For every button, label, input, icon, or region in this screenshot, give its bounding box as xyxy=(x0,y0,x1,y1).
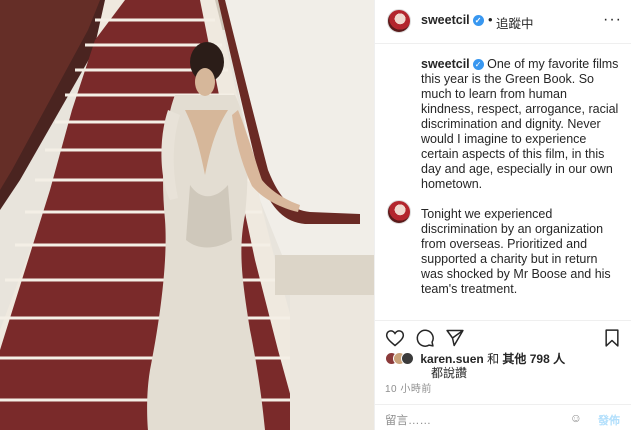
caption-avatar[interactable] xyxy=(387,200,411,224)
share-icon[interactable] xyxy=(445,328,465,348)
caption-username[interactable]: sweetcil xyxy=(421,57,470,71)
bookmark-icon[interactable] xyxy=(602,328,622,348)
heart-icon[interactable] xyxy=(385,328,405,348)
post-detail-panel: sweetcil ✓ • 追蹤中 ··· sweetcil ✓ One of my … xyxy=(374,0,631,430)
post-photo[interactable] xyxy=(0,0,374,430)
post-timestamp[interactable]: 10 小時前 xyxy=(385,380,432,395)
header-username[interactable]: sweetcil ✓ xyxy=(421,13,484,27)
avatar[interactable] xyxy=(387,9,411,33)
caption-text: sweetcil ✓ One of my favorite films this … xyxy=(421,57,621,312)
likes-second-line: 都說讚 xyxy=(431,366,468,380)
comment-input[interactable]: 留言…… xyxy=(385,412,431,428)
caption-paragraph-1: sweetcil ✓ One of my favorite films this … xyxy=(421,57,621,192)
more-options-icon[interactable]: ··· xyxy=(603,11,622,29)
likes-summary[interactable]: karen.suen 和 其他 798 人 xyxy=(385,350,625,368)
action-bar xyxy=(375,320,631,350)
header-username-text[interactable]: sweetcil xyxy=(421,13,470,27)
verified-badge-icon: ✓ xyxy=(472,15,484,27)
post-comment-button[interactable]: 發佈 xyxy=(598,412,620,428)
caption-paragraph-1-text: One of my favorite films this year is th… xyxy=(421,57,619,191)
separator-dot: • xyxy=(488,12,493,27)
comment-bar: 留言…… ☺ 發佈 xyxy=(375,404,631,430)
caption-paragraph-2: Tonight we experienced discrimination by… xyxy=(421,207,611,296)
post-header: sweetcil ✓ • 追蹤中 ··· xyxy=(375,0,631,44)
emoji-icon[interactable]: ☺ xyxy=(570,411,582,425)
staircase-photo-illustration xyxy=(0,0,374,430)
likes-and: 和 xyxy=(487,352,500,366)
comment-icon[interactable] xyxy=(415,328,435,348)
caption-area: sweetcil ✓ One of my favorite films this … xyxy=(375,45,631,320)
caption-verified-badge-icon: ✓ xyxy=(472,59,484,71)
liker-avatar xyxy=(401,352,414,365)
likes-others-count[interactable]: 其他 798 人 xyxy=(502,352,565,366)
follow-status-button[interactable]: 追蹤中 xyxy=(496,13,534,32)
